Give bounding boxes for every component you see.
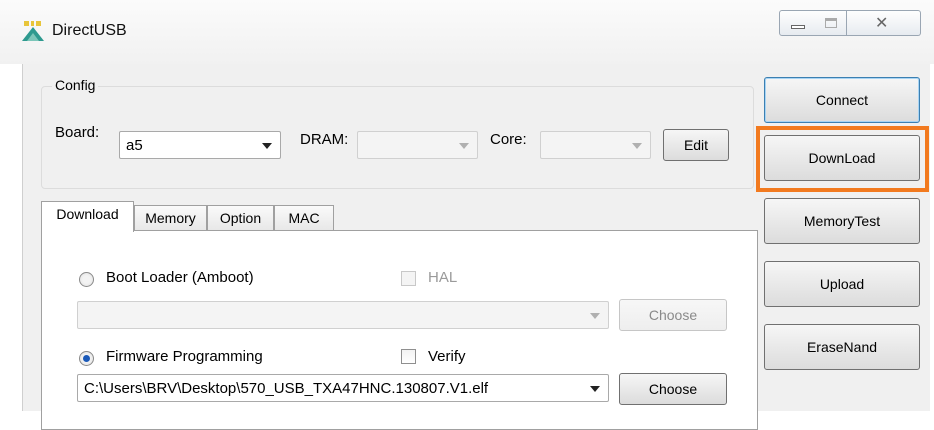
boot-loader-path-select[interactable] (77, 301, 609, 329)
maximize-icon (825, 18, 837, 28)
choose-firmware-button[interactable]: Choose (619, 373, 727, 405)
config-legend: Config (52, 77, 99, 93)
choose-boot-loader-button[interactable]: Choose (619, 299, 727, 331)
download-button[interactable]: DownLoad (764, 135, 920, 181)
window-title: DirectUSB (52, 22, 127, 39)
maximize-button[interactable] (814, 10, 847, 36)
tab-download[interactable]: Download (41, 201, 134, 232)
verify-label: Verify (428, 348, 466, 365)
boot-loader-radio[interactable] (79, 272, 94, 287)
chevron-down-icon (262, 143, 272, 149)
firmware-path: C:\Users\BRV\Desktop\570_USB_TXA47HNC.13… (84, 380, 489, 397)
board-label: Board: (55, 124, 100, 141)
title-bar[interactable]: DirectUSB ✕ (0, 0, 934, 64)
download-tab-panel: Boot Loader (Amboot) HAL Choose Firmware… (41, 230, 758, 430)
firmware-label: Firmware Programming (106, 348, 263, 365)
upload-button[interactable]: Upload (764, 261, 920, 307)
minimize-icon (791, 25, 805, 29)
erasenand-button[interactable]: EraseNand (764, 324, 920, 370)
close-button[interactable]: ✕ (847, 10, 921, 36)
minimize-button[interactable] (779, 10, 815, 36)
client-area: Config Board: a5 DRAM: Core: Edit Downlo… (22, 64, 930, 430)
tab-memory[interactable]: Memory (134, 205, 207, 231)
app-window: DirectUSB ✕ Config Board: a5 DRAM: Core: (0, 0, 934, 430)
connect-button[interactable]: Connect (764, 77, 920, 123)
app-logo-icon (22, 21, 44, 41)
hal-checkbox[interactable] (401, 271, 416, 286)
tab-option[interactable]: Option (207, 205, 274, 231)
hal-label: HAL (428, 269, 458, 286)
verify-checkbox[interactable] (401, 349, 416, 364)
core-select[interactable] (540, 131, 651, 159)
chevron-down-icon (459, 143, 469, 149)
edit-button[interactable]: Edit (663, 129, 729, 161)
chevron-down-icon (590, 313, 600, 319)
firmware-path-select[interactable]: C:\Users\BRV\Desktop\570_USB_TXA47HNC.13… (77, 374, 609, 402)
tab-mac[interactable]: MAC (274, 205, 334, 231)
firmware-radio[interactable] (79, 351, 94, 366)
chevron-down-icon (590, 386, 600, 392)
dram-label: DRAM: (300, 131, 349, 148)
board-select[interactable]: a5 (119, 131, 281, 159)
core-label: Core: (490, 131, 527, 148)
boot-loader-label: Boot Loader (Amboot) (106, 269, 254, 286)
board-value: a5 (126, 137, 143, 154)
config-group: Config Board: a5 DRAM: Core: Edit (41, 77, 754, 189)
dram-select[interactable] (357, 131, 478, 159)
memorytest-button[interactable]: MemoryTest (764, 198, 920, 244)
chevron-down-icon (632, 143, 642, 149)
close-icon: ✕ (875, 13, 889, 32)
